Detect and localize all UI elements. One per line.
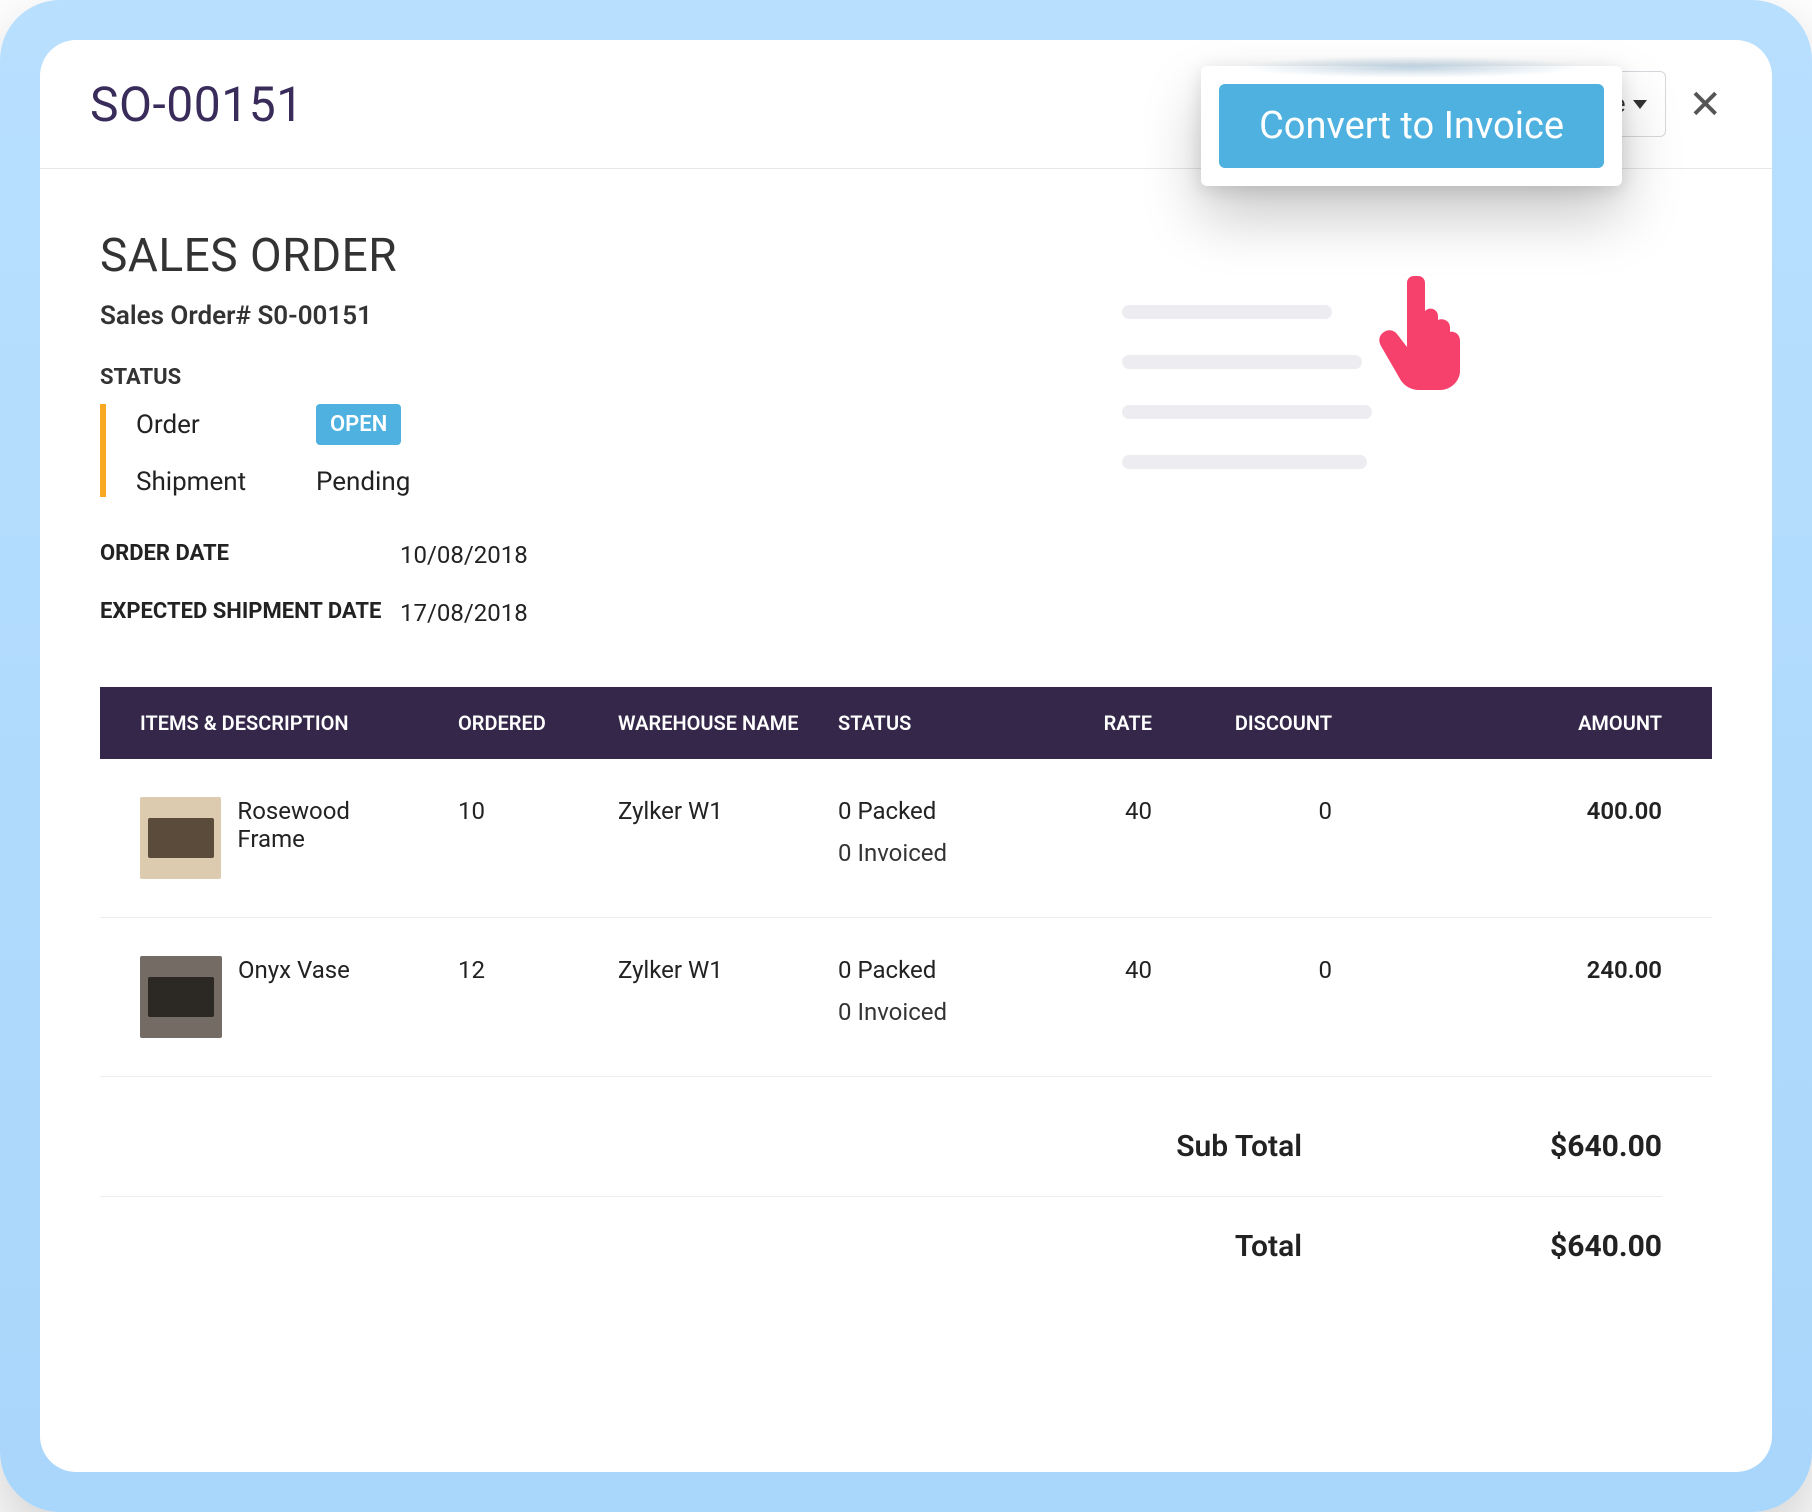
chevron-down-icon — [1633, 100, 1647, 109]
convert-to-invoice-button[interactable]: Convert to Invoice — [1219, 84, 1604, 168]
item-rate: 40 — [1020, 759, 1170, 918]
skeleton-line — [1122, 305, 1332, 319]
col-amount: AMOUNT — [1350, 687, 1712, 759]
item-thumbnail — [140, 956, 222, 1038]
item-ordered: 10 — [440, 759, 600, 918]
item-thumbnail — [140, 797, 221, 879]
window-frame: SO-00151 re — [0, 0, 1812, 1512]
col-warehouse: WAREHOUSE NAME — [600, 687, 820, 759]
item-warehouse: Zylker W1 — [600, 918, 820, 1077]
document-body: SALES ORDER Sales Order# S0-00151 STATUS… — [40, 169, 1772, 1336]
close-button[interactable]: ✕ — [1688, 81, 1722, 128]
col-items: ITEMS & DESCRIPTION — [100, 687, 440, 759]
total-value: $640.00 — [1482, 1229, 1662, 1264]
sales-order-number: SO-00151 — [90, 76, 304, 133]
line-items-table: ITEMS & DESCRIPTION ORDERED WAREHOUSE NA… — [100, 687, 1712, 1077]
total-row: Total $640.00 — [100, 1197, 1662, 1296]
sales-order-panel: SO-00151 re — [40, 40, 1772, 1472]
table-row[interactable]: Rosewood Frame 10 Zylker W1 0 Packed 0 I… — [100, 759, 1712, 918]
convert-popover: Convert to Invoice — [1201, 66, 1622, 186]
subtotal-label: Sub Total — [1176, 1129, 1302, 1164]
col-status: STATUS — [820, 687, 1020, 759]
col-ordered: ORDERED — [440, 687, 600, 759]
shipment-status-label: Shipment — [136, 467, 316, 497]
item-ordered: 12 — [440, 918, 600, 1077]
item-warehouse: Zylker W1 — [600, 759, 820, 918]
item-name: Rosewood Frame — [237, 797, 422, 853]
subtotal-value: $640.00 — [1482, 1129, 1662, 1164]
item-status: 0 Packed 0 Invoiced — [820, 759, 1020, 918]
order-date-value: 10/08/2018 — [400, 541, 1712, 569]
item-amount: 400.00 — [1350, 759, 1712, 918]
table-row[interactable]: Onyx Vase 12 Zylker W1 0 Packed 0 Invoic… — [100, 918, 1712, 1077]
expected-date-label: EXPECTED SHIPMENT DATE — [100, 599, 390, 627]
order-status-label: Order — [136, 410, 316, 440]
expected-date-value: 17/08/2018 — [400, 599, 1712, 627]
col-rate: RATE — [1020, 687, 1170, 759]
shipment-status-value: Pending — [316, 467, 1712, 497]
skeleton-line — [1122, 405, 1372, 419]
skeleton-line — [1122, 455, 1367, 469]
item-amount: 240.00 — [1350, 918, 1712, 1077]
content-placeholder — [1122, 305, 1372, 469]
col-discount: DISCOUNT — [1170, 687, 1350, 759]
subtotal-row: Sub Total $640.00 — [100, 1097, 1662, 1197]
item-discount: 0 — [1170, 918, 1350, 1077]
table-header-row: ITEMS & DESCRIPTION ORDERED WAREHOUSE NA… — [100, 687, 1712, 759]
order-status-badge: OPEN — [316, 404, 401, 445]
item-status: 0 Packed 0 Invoiced — [820, 918, 1020, 1077]
status-block: Order OPEN Shipment Pending — [100, 404, 1712, 497]
item-name: Onyx Vase — [238, 956, 350, 984]
order-date-label: ORDER DATE — [100, 541, 390, 569]
item-discount: 0 — [1170, 759, 1350, 918]
pointer-hand-icon — [1372, 270, 1472, 390]
skeleton-line — [1122, 355, 1362, 369]
totals-section: Sub Total $640.00 Total $640.00 — [100, 1097, 1712, 1296]
item-rate: 40 — [1020, 918, 1170, 1077]
total-label: Total — [1235, 1229, 1302, 1264]
